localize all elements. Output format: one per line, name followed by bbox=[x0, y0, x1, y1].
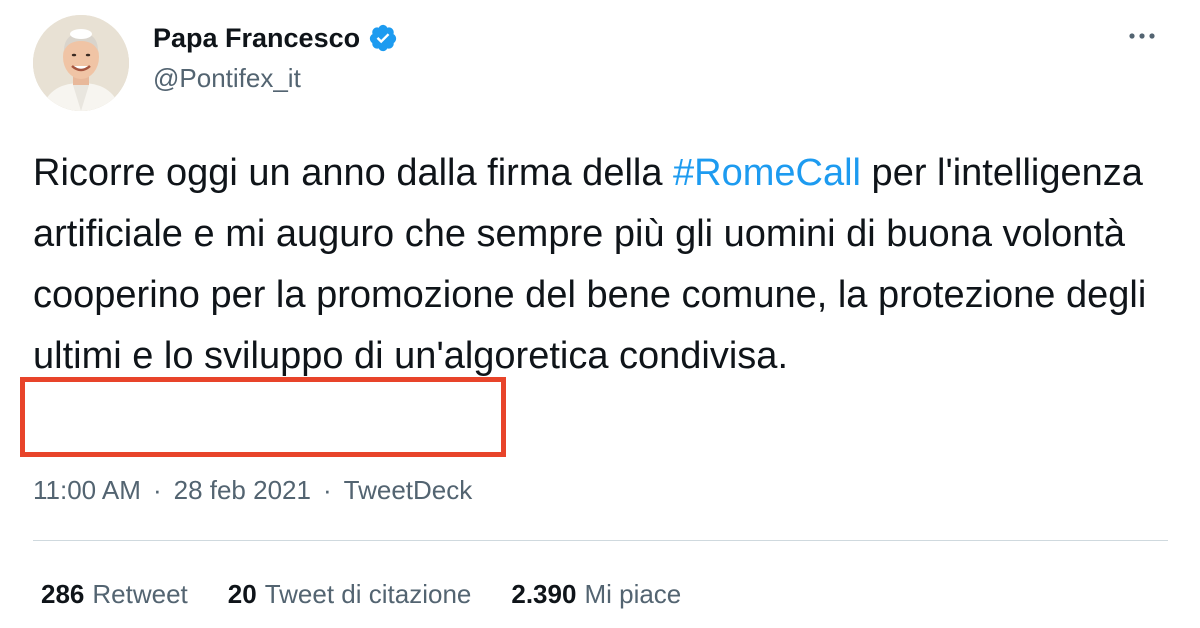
author-display-name[interactable]: Papa Francesco bbox=[153, 22, 360, 54]
tweet-text: Ricorre oggi un anno dalla firma della #… bbox=[33, 143, 1168, 387]
more-options-icon[interactable] bbox=[1124, 26, 1160, 46]
stat-count: 20 bbox=[227, 579, 257, 609]
tweet-card: Papa Francesco @Pontifex_it Ricorre oggi… bbox=[0, 0, 1200, 628]
stat-likes[interactable]: 2.390 Mi piace bbox=[511, 578, 681, 610]
divider bbox=[33, 540, 1168, 541]
tweet-text-highlighted: un'algoretica condivisa. bbox=[394, 335, 788, 377]
stat-quote-tweets[interactable]: 20 Tweet di citazione bbox=[228, 578, 472, 610]
stat-label: Mi piace bbox=[584, 579, 682, 609]
meta-separator: · bbox=[152, 475, 162, 505]
meta-separator: · bbox=[322, 475, 332, 505]
tweet-time[interactable]: 11:00 AM bbox=[33, 474, 141, 506]
author-handle[interactable]: @Pontifex_it bbox=[153, 63, 301, 93]
tweet-meta: 11:00 AM · 28 feb 2021 · TweetDeck bbox=[33, 474, 472, 506]
tweet-date[interactable]: 28 feb 2021 bbox=[174, 474, 311, 506]
stat-label: Tweet di citazione bbox=[264, 579, 472, 609]
avatar-image bbox=[33, 15, 129, 111]
verified-badge-icon bbox=[368, 23, 398, 53]
author-name-row: Papa Francesco bbox=[153, 22, 398, 54]
stat-label: Retweet bbox=[92, 579, 188, 609]
hashtag-link[interactable]: #RomeCall bbox=[673, 152, 861, 194]
stat-count: 286 bbox=[41, 579, 85, 609]
tweet-stats: 286 Retweet 20 Tweet di citazione 2.390 Mi … bbox=[41, 578, 721, 610]
tweet-text-start: Ricorre oggi un anno dalla firma della bbox=[33, 152, 674, 194]
stat-count: 2.390 bbox=[511, 579, 577, 609]
avatar[interactable] bbox=[33, 15, 129, 111]
highlight-annotation-box bbox=[20, 377, 506, 457]
stat-retweets[interactable]: 286 Retweet bbox=[41, 578, 188, 610]
tweet-source[interactable]: TweetDeck bbox=[344, 474, 473, 506]
